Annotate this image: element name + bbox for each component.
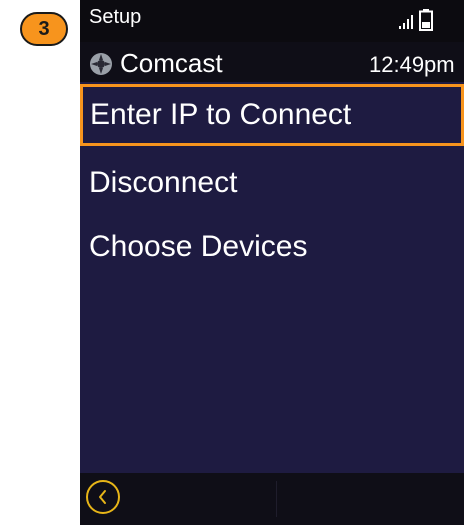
signal-bars-icon <box>399 15 415 34</box>
status-bar: Setup <box>80 0 464 42</box>
menu-item-disconnect[interactable]: Disconnect <box>80 152 464 214</box>
menu-item-choose-devices[interactable]: Choose Devices <box>80 216 464 278</box>
step-number-badge: 3 <box>20 12 68 46</box>
battery-icon <box>419 9 433 36</box>
bottom-bar <box>80 473 464 525</box>
screen-title: Setup <box>89 6 142 28</box>
back-button[interactable] <box>86 480 120 514</box>
menu-item-label: Disconnect <box>89 166 238 199</box>
chevron-left-icon <box>99 490 106 504</box>
clock: 12:49pm <box>369 52 455 77</box>
bottom-divider <box>276 481 277 517</box>
menu-item-label: Choose Devices <box>89 230 308 263</box>
provider-row: Comcast 12:49pm <box>80 42 464 82</box>
phone-screen: Setup Comcast 12:49pm Enter IP to Connec… <box>80 0 464 525</box>
menu-item-label: Enter IP to Connect <box>90 98 352 131</box>
provider-name: Comcast <box>120 48 223 78</box>
globe-icon <box>89 52 113 81</box>
menu-item-enter-ip[interactable]: Enter IP to Connect <box>80 84 464 146</box>
